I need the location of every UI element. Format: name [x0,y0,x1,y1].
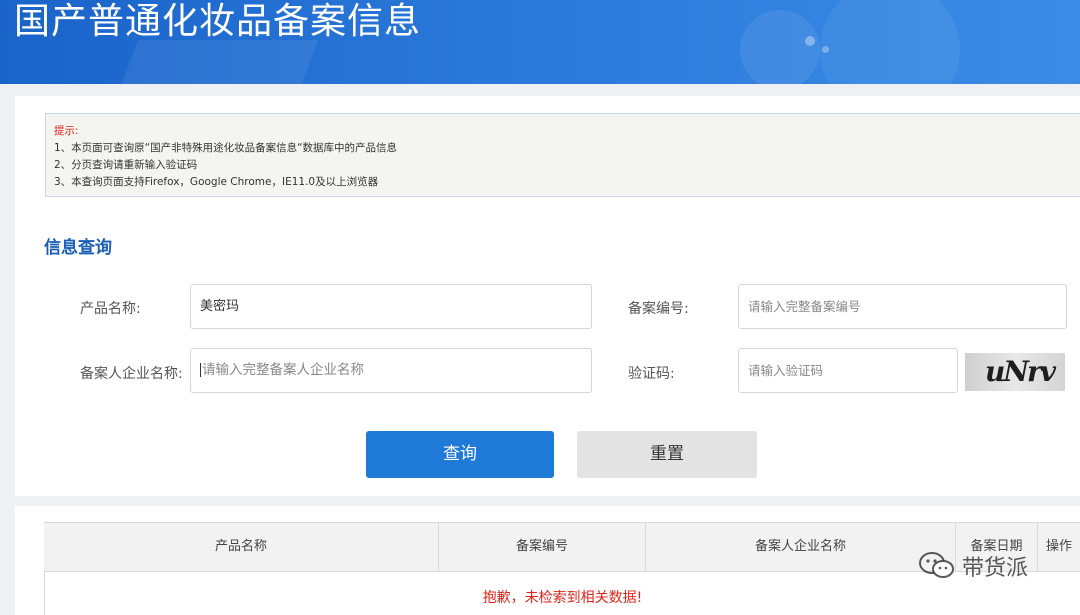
text-caret [200,363,201,377]
product-name-label: 产品名称: [80,301,141,317]
product-name-input[interactable]: 美密玛 [190,284,592,329]
company-name-input[interactable]: 请输入完整备案人企业名称 [190,348,592,393]
product-name-value: 美密玛 [200,299,240,314]
watermark-text: 带货派 [962,556,1029,581]
record-no-input[interactable]: 请输入完整备案编号 [738,284,1067,329]
page-title: 国产普通化妆品备案信息 [14,1,422,42]
captcha-input[interactable]: 请输入验证码 [738,348,958,393]
empty-results-message: 抱歉，未检索到相关数据! [482,590,643,606]
header-decoration [805,36,815,46]
section-title: 信息查询 [44,238,112,258]
record-no-placeholder: 请输入完整备案编号 [748,299,861,314]
captcha-placeholder: 请输入验证码 [748,363,824,378]
column-header-product-name: 产品名称 [44,523,439,571]
notice-tip-label: 提示: [54,125,79,137]
header-decoration [740,10,820,84]
notice-line: 3、本查询页面支持Firefox，Google Chrome，IE11.0及以上… [54,176,379,188]
captcha-label: 验证码: [628,366,675,382]
record-no-label: 备案编号: [628,301,689,317]
company-name-label: 备案人企业名称: [80,366,183,382]
header-decoration [121,40,319,84]
wechat-icon [919,552,954,578]
reset-button[interactable]: 重置 [577,431,757,478]
watermark: 带货派 [918,549,1028,583]
notice-line: 2、分页查询请重新输入验证码 [54,159,198,171]
notice-line: 1、本页面可查询原“国产非特殊用途化妆品备案信息“数据库中的产品信息 [54,142,398,154]
query-button[interactable]: 查询 [366,431,554,478]
column-header-record-no: 备案编号 [439,523,646,571]
header-decoration [820,0,960,84]
page-header: 国产普通化妆品备案信息 [0,0,1080,84]
header-decoration [822,46,829,53]
column-header-company-name: 备案人企业名称 [646,523,956,571]
captcha-image[interactable]: uNrv [965,353,1065,391]
column-header-actions: 操作 [1045,539,1072,554]
notice-box: 提示: 1、本页面可查询原“国产非特殊用途化妆品备案信息“数据库中的产品信息 2… [45,113,1080,197]
company-name-placeholder: 请输入完整备案人企业名称 [202,362,364,378]
